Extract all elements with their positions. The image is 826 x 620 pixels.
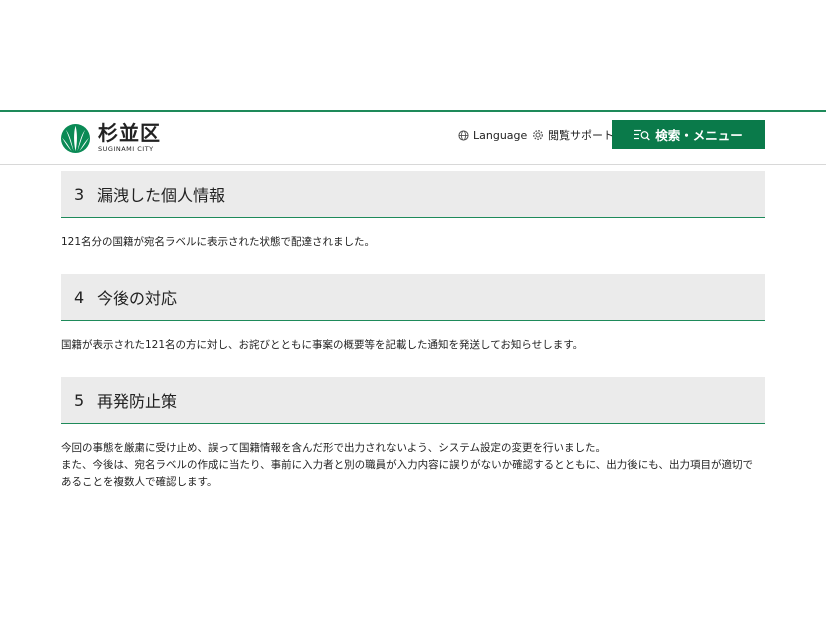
support-label: 閲覧サポート bbox=[548, 129, 614, 142]
suginami-emblem-icon bbox=[60, 123, 91, 154]
site-header: 杉並区 SUGINAMI CITY Language 閲覧サポート 検索・メニュ… bbox=[0, 110, 826, 165]
logo-name: 杉並区 bbox=[98, 121, 161, 145]
menu-label: 検索・メニュー bbox=[655, 128, 743, 143]
language-label: Language bbox=[473, 128, 528, 142]
section-paragraph: あることを複数人で確認します。 bbox=[61, 476, 218, 488]
section-number: 3 bbox=[74, 184, 85, 204]
section-paragraph: 国籍が表示された121名の方に対し、お詫びとともに事案の概要等を記載した通知を発… bbox=[61, 339, 584, 351]
section-number: 5 bbox=[74, 390, 85, 410]
section-paragraph: また、今後は、宛名ラベルの作成に当たり、事前に入力者と別の職員が入力内容に誤りが… bbox=[61, 459, 753, 471]
search-menu-button[interactable]: 検索・メニュー bbox=[612, 120, 765, 149]
section-title: 漏洩した個人情報 bbox=[97, 186, 226, 205]
section-title: 再発防止策 bbox=[97, 392, 178, 411]
section-heading-4: 4 今後の対応 bbox=[61, 274, 765, 321]
language-link[interactable]: Language bbox=[458, 126, 527, 144]
section-number: 4 bbox=[74, 287, 85, 307]
gear-icon bbox=[533, 130, 543, 140]
globe-icon bbox=[458, 129, 469, 141]
section-paragraph: 121名分の国籍が宛名ラベルに表示された状態で配達されました。 bbox=[61, 236, 376, 248]
reading-support-link[interactable]: 閲覧サポート bbox=[532, 126, 614, 144]
section-body-5: 今回の事態を厳粛に受け止め、誤って国籍情報を含んだ形で出力されないよう、システム… bbox=[61, 440, 771, 491]
section-body-4: 国籍が表示された121名の方に対し、お詫びとともに事案の概要等を記載した通知を発… bbox=[61, 337, 771, 354]
section-paragraph: 今回の事態を厳粛に受け止め、誤って国籍情報を含んだ形で出力されないよう、システム… bbox=[61, 442, 606, 454]
suginami-logo[interactable]: 杉並区 SUGINAMI CITY bbox=[60, 122, 161, 156]
section-heading-3: 3 漏洩した個人情報 bbox=[61, 171, 765, 218]
section-heading-5: 5 再発防止策 bbox=[61, 377, 765, 424]
menu-search-icon bbox=[634, 129, 651, 140]
section-title: 今後の対応 bbox=[97, 289, 178, 308]
section-body-3: 121名分の国籍が宛名ラベルに表示された状態で配達されました。 bbox=[61, 234, 771, 251]
logo-subtitle: SUGINAMI CITY bbox=[98, 145, 154, 153]
